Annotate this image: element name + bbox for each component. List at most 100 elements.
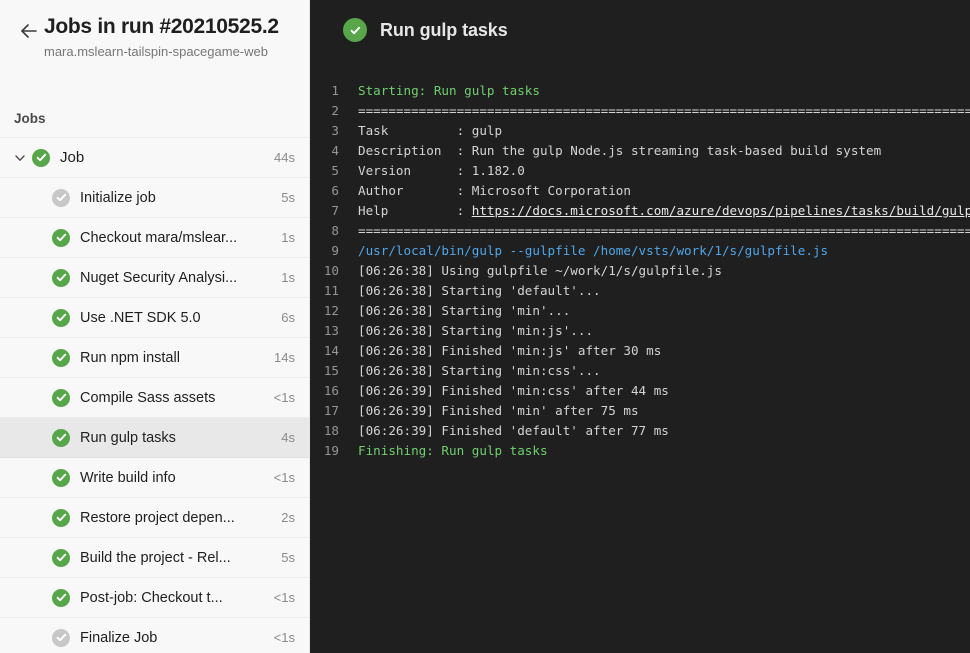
log-line: 16[06:26:39] Finished 'min:css' after 44… (310, 381, 970, 401)
line-number: 14 (310, 341, 358, 361)
step-duration: 6s (281, 310, 309, 325)
job-list: Job44sInitialize job5sCheckout mara/msle… (0, 138, 309, 653)
step-row[interactable]: Initialize job5s (0, 178, 309, 218)
job-row[interactable]: Job44s (0, 138, 309, 178)
success-check-icon (52, 389, 70, 407)
log-line: 2=======================================… (310, 101, 970, 121)
line-text: [06:26:39] Finished 'min' after 75 ms (358, 401, 639, 421)
line-number: 5 (310, 161, 358, 181)
log-line: 7Help : https://docs.microsoft.com/azure… (310, 201, 970, 221)
step-label: Finalize Job (80, 630, 274, 646)
line-text: Task : gulp (358, 121, 502, 141)
log-line: 9/usr/local/bin/gulp --gulpfile /home/vs… (310, 241, 970, 261)
line-text: /usr/local/bin/gulp --gulpfile /home/vst… (358, 241, 828, 261)
log-line: 3Task : gulp (310, 121, 970, 141)
line-text: [06:26:38] Starting 'min'... (358, 301, 570, 321)
log-line: 10[06:26:38] Using gulpfile ~/work/1/s/g… (310, 261, 970, 281)
line-number: 18 (310, 421, 358, 441)
step-row[interactable]: Post-job: Checkout t...<1s (0, 578, 309, 618)
log-line: 1Starting: Run gulp tasks (310, 81, 970, 101)
log-line: 5Version : 1.182.0 (310, 161, 970, 181)
line-text: ========================================… (358, 221, 970, 241)
step-duration: <1s (274, 390, 309, 405)
success-check-icon (52, 269, 70, 287)
line-text: Description : Run the gulp Node.js strea… (358, 141, 881, 161)
step-duration: 2s (281, 510, 309, 525)
job-duration: 44s (274, 150, 309, 165)
step-duration: 4s (281, 430, 309, 445)
step-duration: 5s (281, 190, 309, 205)
log-title: Run gulp tasks (380, 20, 508, 41)
step-row[interactable]: Write build info<1s (0, 458, 309, 498)
step-duration: 5s (281, 550, 309, 565)
success-check-icon (52, 469, 70, 487)
line-text: Author : Microsoft Corporation (358, 181, 631, 201)
jobs-sidebar: Jobs in run #20210525.2 mara.mslearn-tai… (0, 0, 310, 653)
line-text: [06:26:39] Finished 'default' after 77 m… (358, 421, 669, 441)
line-number: 4 (310, 141, 358, 161)
line-number: 13 (310, 321, 358, 341)
step-duration: 14s (274, 350, 309, 365)
step-duration: 1s (281, 270, 309, 285)
help-link[interactable]: https://docs.microsoft.com/azure/devops/… (472, 203, 970, 218)
success-check-icon (52, 509, 70, 527)
sidebar-header: Jobs in run #20210525.2 mara.mslearn-tai… (0, 0, 309, 100)
step-label: Initialize job (80, 190, 281, 206)
log-line: 19Finishing: Run gulp tasks (310, 441, 970, 461)
chevron-down-icon[interactable] (8, 151, 32, 165)
line-text: Version : 1.182.0 (358, 161, 525, 181)
log-line: 4Description : Run the gulp Node.js stre… (310, 141, 970, 161)
step-label: Compile Sass assets (80, 390, 274, 406)
line-text: ========================================… (358, 101, 970, 121)
jobs-run-view: Jobs in run #20210525.2 mara.mslearn-tai… (0, 0, 970, 653)
step-row[interactable]: Compile Sass assets<1s (0, 378, 309, 418)
log-panel: Run gulp tasks 1Starting: Run gulp tasks… (310, 0, 970, 653)
line-number: 15 (310, 361, 358, 381)
step-row[interactable]: Build the project - Rel...5s (0, 538, 309, 578)
line-text: [06:26:38] Finished 'min:js' after 30 ms (358, 341, 661, 361)
line-text: [06:26:38] Starting 'default'... (358, 281, 601, 301)
step-row[interactable]: Run npm install14s (0, 338, 309, 378)
line-text: Starting: Run gulp tasks (358, 81, 540, 101)
line-number: 6 (310, 181, 358, 201)
log-header: Run gulp tasks (310, 8, 970, 52)
log-line: 6Author : Microsoft Corporation (310, 181, 970, 201)
line-text: Help : https://docs.microsoft.com/azure/… (358, 201, 970, 221)
back-arrow-icon[interactable] (14, 12, 44, 40)
line-number: 17 (310, 401, 358, 421)
log-output[interactable]: 1Starting: Run gulp tasks2==============… (310, 81, 970, 461)
line-text: [06:26:39] Finished 'min:css' after 44 m… (358, 381, 669, 401)
run-subtitle: mara.mslearn-tailspin-spacegame-web (44, 43, 276, 60)
step-row[interactable]: Nuget Security Analysi...1s (0, 258, 309, 298)
job-label: Job (60, 149, 274, 166)
line-number: 11 (310, 281, 358, 301)
line-number: 3 (310, 121, 358, 141)
success-check-icon (343, 18, 367, 42)
line-number: 2 (310, 101, 358, 121)
header-text-block: Jobs in run #20210525.2 mara.mslearn-tai… (44, 12, 279, 60)
step-label: Run npm install (80, 350, 274, 366)
success-check-icon (32, 149, 50, 167)
log-line: 13[06:26:38] Starting 'min:js'... (310, 321, 970, 341)
step-row[interactable]: Use .NET SDK 5.06s (0, 298, 309, 338)
log-line: 14[06:26:38] Finished 'min:js' after 30 … (310, 341, 970, 361)
line-number: 10 (310, 261, 358, 281)
step-row[interactable]: Restore project depen...2s (0, 498, 309, 538)
step-row[interactable]: Run gulp tasks4s (0, 418, 309, 458)
step-label: Nuget Security Analysi... (80, 270, 281, 286)
log-line: 12[06:26:38] Starting 'min'... (310, 301, 970, 321)
line-text: [06:26:38] Starting 'min:js'... (358, 321, 593, 341)
line-number: 9 (310, 241, 358, 261)
step-duration: <1s (274, 630, 309, 645)
success-check-icon (52, 429, 70, 447)
step-label: Restore project depen... (80, 510, 281, 526)
step-row[interactable]: Finalize Job<1s (0, 618, 309, 653)
line-number: 12 (310, 301, 358, 321)
log-line: 15[06:26:38] Starting 'min:css'... (310, 361, 970, 381)
line-number: 1 (310, 81, 358, 101)
log-line: 17[06:26:39] Finished 'min' after 75 ms (310, 401, 970, 421)
success-check-icon (52, 229, 70, 247)
skipped-check-icon (52, 629, 70, 647)
step-row[interactable]: Checkout mara/mslear...1s (0, 218, 309, 258)
success-check-icon (52, 349, 70, 367)
